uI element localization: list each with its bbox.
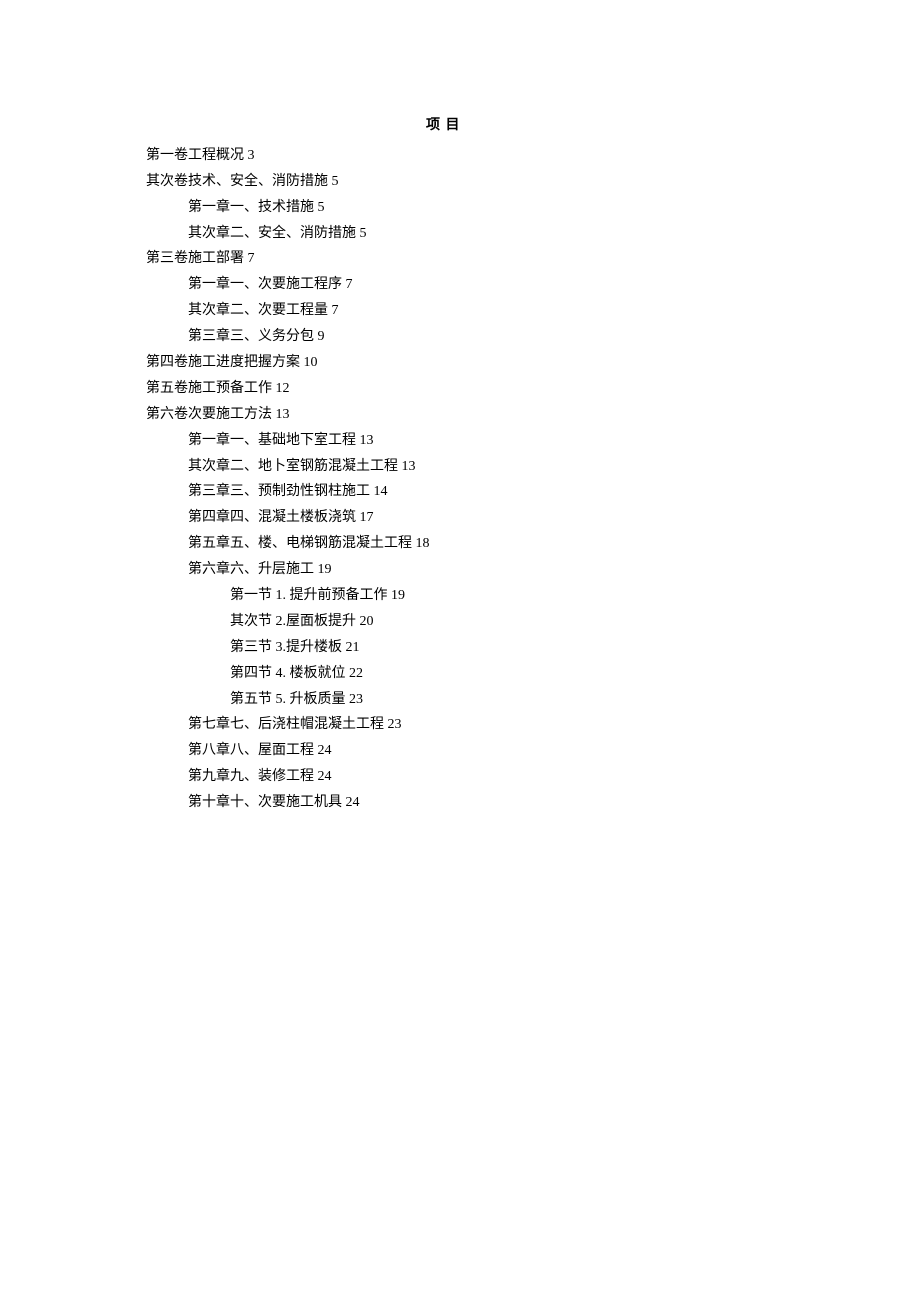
toc-entry: 第六卷次要施工方法 13 — [146, 402, 920, 428]
toc-entry: 其次章二、次要工程量 7 — [188, 298, 920, 324]
toc-entry: 第九章九、装修工程 24 — [188, 764, 920, 790]
toc-entry: 第七章七、后浇柱帽混凝土工程 23 — [188, 712, 920, 738]
toc-entry: 第四章四、混凝土楼板浇筑 17 — [188, 505, 920, 531]
toc-entry: 其次章二、地卜室钢筋混凝土工程 13 — [188, 454, 920, 480]
toc-entry: 第一章一、技术措施 5 — [188, 195, 920, 221]
document-title: 项 目 — [426, 113, 920, 139]
toc-entry: 第五节 5. 升板质量 23 — [230, 687, 920, 713]
toc-entry: 第八章八、屋面工程 24 — [188, 738, 920, 764]
toc-entry: 第五卷施工预备工作 12 — [146, 376, 920, 402]
toc-entry: 第三章三、义务分包 9 — [188, 324, 920, 350]
toc-entry: 第五章五、楼、电梯钢筋混凝土工程 18 — [188, 531, 920, 557]
toc-entry: 其次节 2.屋面板提升 20 — [230, 609, 920, 635]
toc-entry: 第三卷施工部署 7 — [146, 246, 920, 272]
toc-entry: 第三节 3.提升楼板 21 — [230, 635, 920, 661]
toc-entry: 第一章一、次要施工程序 7 — [188, 272, 920, 298]
toc-container: 第一卷工程概况 3 其次卷技术、安全、消防措施 5 第一章一、技术措施 5 其次… — [146, 143, 920, 816]
toc-entry: 第四节 4. 楼板就位 22 — [230, 661, 920, 687]
toc-entry: 第一节 1. 提升前预备工作 19 — [230, 583, 920, 609]
toc-entry: 其次章二、安全、消防措施 5 — [188, 221, 920, 247]
toc-entry: 其次卷技术、安全、消防措施 5 — [146, 169, 920, 195]
toc-entry: 第四卷施工进度把握方案 10 — [146, 350, 920, 376]
toc-entry: 第三章三、预制劲性钢柱施工 14 — [188, 479, 920, 505]
toc-entry: 第一章一、基础地下室工程 13 — [188, 428, 920, 454]
toc-entry: 第十章十、次要施工机具 24 — [188, 790, 920, 816]
toc-entry: 第一卷工程概况 3 — [146, 143, 920, 169]
toc-entry: 第六章六、升层施工 19 — [188, 557, 920, 583]
